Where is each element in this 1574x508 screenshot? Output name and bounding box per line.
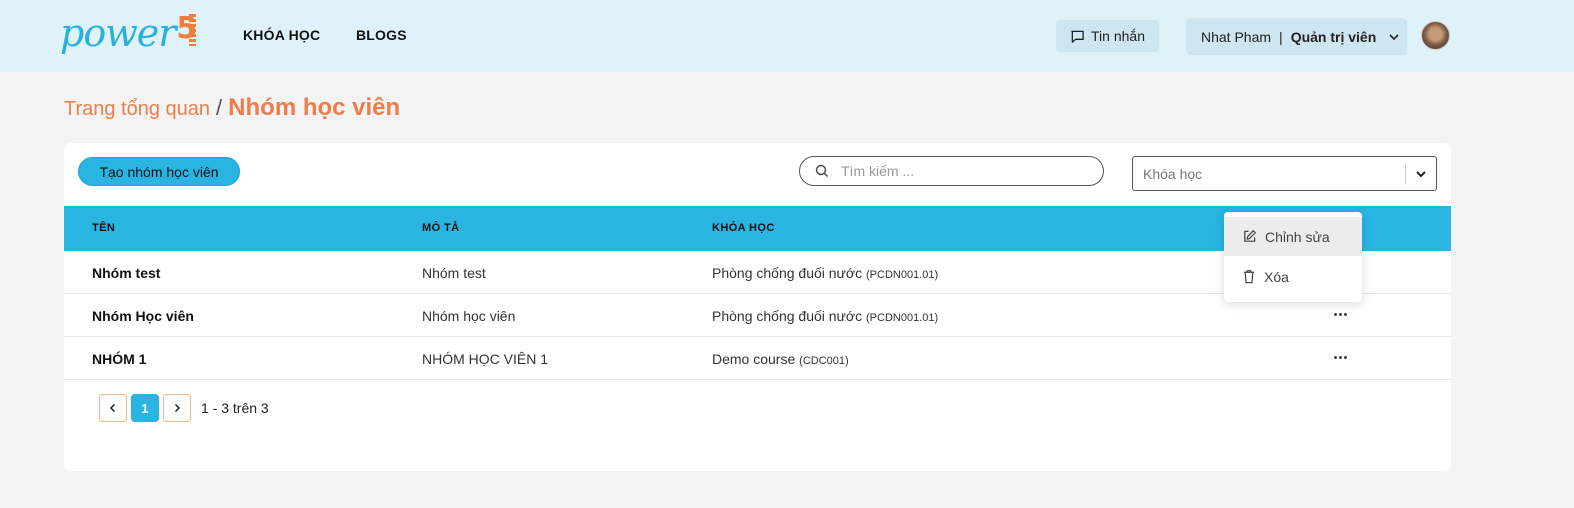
menu-item-edit[interactable]: Chỉnh sửa	[1224, 217, 1362, 256]
pagination: 1 1 - 3 trên 3	[99, 394, 269, 422]
page-number-button[interactable]: 1	[131, 394, 159, 422]
chevron-down-icon	[1388, 31, 1400, 43]
group-name: NHÓM 1	[92, 351, 147, 367]
course-code: (PCDN001.01)	[866, 269, 939, 281]
more-actions-icon[interactable]	[1332, 349, 1348, 365]
pagination-info: 1 - 3 trên 3	[201, 400, 269, 416]
nav-blogs[interactable]: BLOGS	[356, 27, 407, 43]
message-icon	[1070, 29, 1085, 44]
next-page-button[interactable]	[163, 394, 191, 422]
group-course: Phòng chống đuối nước (PCDN001.01)	[712, 308, 938, 324]
avatar[interactable]	[1421, 21, 1450, 50]
group-description: NHÓM HỌC VIÊN 1	[422, 351, 549, 367]
group-course: Demo course (CDC001)	[712, 351, 849, 367]
column-header-name: TÊN	[92, 222, 116, 234]
nav-courses[interactable]: KHÓA HỌC	[243, 27, 320, 43]
create-group-button[interactable]: Tạo nhóm học viên	[78, 157, 240, 186]
menu-item-delete[interactable]: Xóa	[1224, 257, 1362, 296]
course-filter-select[interactable]: Khóa học	[1132, 156, 1437, 191]
course-name: Phòng chống đuối nước	[712, 265, 863, 281]
messages-button[interactable]: Tin nhắn	[1056, 20, 1159, 52]
group-name: Nhóm test	[92, 265, 161, 281]
messages-label: Tin nhắn	[1091, 28, 1145, 44]
top-header: power 5 KHÓA HỌC BLOGS Tin nhắn Nhat Pha…	[0, 0, 1574, 72]
page-title: Nhóm học viên	[228, 94, 401, 121]
column-header-course: KHÓA HỌC	[712, 222, 775, 234]
course-name: Phòng chống đuối nước	[712, 308, 863, 324]
chevron-right-icon	[174, 403, 181, 413]
breadcrumb-separator: /	[216, 95, 223, 120]
user-menu-button[interactable]: Nhat Pham | Quản trị viên	[1186, 18, 1407, 55]
group-name: Nhóm Học viên	[92, 308, 194, 324]
edit-icon	[1242, 229, 1257, 244]
menu-item-label: Xóa	[1264, 268, 1289, 285]
table-row: NHÓM 1 NHÓM HỌC VIÊN 1 Demo course (CDC0…	[64, 337, 1451, 380]
breadcrumb: Trang tổng quan / Nhóm học viên	[64, 94, 400, 122]
logo-text: power	[60, 11, 176, 55]
logo-bars-icon	[189, 14, 197, 46]
search-input[interactable]	[841, 163, 1081, 179]
group-description: Nhóm học viên	[422, 308, 516, 324]
search-icon	[815, 164, 829, 178]
user-role: Quản trị viên	[1290, 28, 1377, 45]
logo-mark: 5	[176, 12, 197, 48]
user-separator: |	[1279, 28, 1283, 45]
search-box	[799, 156, 1104, 186]
chevron-down-icon[interactable]	[1406, 167, 1436, 181]
menu-item-label: Chỉnh sửa	[1265, 228, 1330, 245]
power5-logo[interactable]: power 5	[60, 10, 197, 55]
group-description: Nhóm test	[422, 265, 486, 281]
breadcrumb-dashboard-link[interactable]: Trang tổng quan	[64, 98, 210, 121]
course-code: (CDC001)	[799, 355, 849, 367]
course-filter-placeholder: Khóa học	[1143, 165, 1203, 182]
trash-icon	[1242, 269, 1256, 284]
row-actions-menu: Chỉnh sửa Xóa	[1224, 212, 1362, 302]
student-groups-card: Tạo nhóm học viên Khóa học TÊN MÔ TẢ KHÓ…	[64, 143, 1451, 471]
column-header-description: MÔ TẢ	[422, 222, 460, 234]
group-course: Phòng chống đuối nước (PCDN001.01)	[712, 265, 938, 281]
more-actions-icon[interactable]	[1332, 306, 1348, 322]
prev-page-button[interactable]	[99, 394, 127, 422]
course-name: Demo course	[712, 351, 796, 367]
chevron-left-icon	[109, 403, 116, 413]
course-code: (PCDN001.01)	[866, 312, 939, 324]
user-name: Nhat Pham	[1201, 28, 1272, 45]
